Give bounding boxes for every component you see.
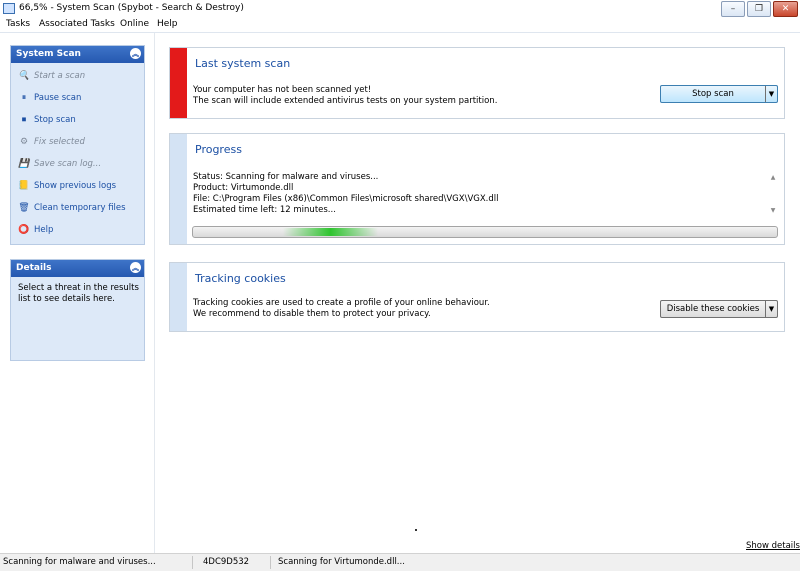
close-button[interactable]: ✕ (773, 1, 798, 17)
magnifier-icon: 🔍 (18, 71, 30, 81)
app-icon (3, 3, 15, 14)
progress-file: File: C:\Program Files (x86)\Common File… (193, 194, 499, 204)
pause-scan-task[interactable]: ⏸ Pause scan (19, 91, 82, 105)
disable-cookies-button[interactable]: Disable these cookies ▼ (660, 300, 778, 318)
show-details-link[interactable]: Show details (746, 541, 800, 551)
minimize-button[interactable]: – (721, 1, 745, 17)
save-scan-log-task[interactable]: 💾 Save scan log... (18, 157, 102, 171)
progress-status: Status: Scanning for malware and viruses… (193, 172, 379, 182)
stop-scan-task[interactable]: ⏹ Stop scan (19, 113, 76, 127)
help-label: Help (34, 225, 54, 235)
status-bar: Scanning for malware and viruses... 4DC9… (0, 553, 800, 571)
pause-scan-label: Pause scan (34, 93, 82, 103)
cookies-line2: We recommend to disable them to protect … (193, 309, 431, 319)
progress-accent (170, 134, 187, 244)
details-panel-header[interactable]: Details ︽ (11, 260, 144, 277)
last-scan-box: Last system scan Your computer has not b… (169, 47, 785, 119)
menu-bar: Tasks Associated Tasks Online Help (0, 17, 800, 33)
last-scan-accent (170, 48, 187, 118)
details-panel: Details ︽ Select a threat in the results… (10, 259, 145, 361)
clean-temp-files-task[interactable]: 🗑 Clean temporary files (18, 201, 126, 215)
scroll-up-icon[interactable]: ▲ (768, 174, 778, 184)
cleanup-icon: 🗑 (18, 203, 30, 213)
fix-selected-label: Fix selected (34, 137, 85, 147)
sidebar: System Scan ︽ 🔍 Start a scan ⏸ Pause sca… (0, 33, 155, 553)
menu-associated-tasks[interactable]: Associated Tasks (39, 19, 115, 29)
stop-scan-button[interactable]: Stop scan ▼ (660, 85, 778, 103)
start-scan-task[interactable]: 🔍 Start a scan (18, 69, 86, 83)
stop-scan-label: Stop scan (34, 115, 76, 125)
menu-online[interactable]: Online (120, 19, 149, 29)
system-scan-panel-header[interactable]: System Scan ︽ (11, 46, 144, 63)
menu-tasks[interactable]: Tasks (6, 19, 30, 29)
restore-button[interactable]: ❐ (747, 1, 771, 17)
collapse-icon[interactable]: ︽ (130, 48, 141, 59)
progress-product: Product: Virtumonde.dll (193, 183, 294, 193)
scroll-down-icon[interactable]: ▼ (768, 207, 778, 217)
system-scan-panel-title: System Scan (16, 49, 81, 59)
cursor-dot (415, 529, 417, 531)
stop-icon: ⏹ (21, 115, 27, 125)
start-scan-label: Start a scan (34, 71, 86, 81)
window-title: 66,5% - System Scan (Spybot - Search & D… (19, 3, 244, 13)
show-previous-logs-task[interactable]: 📒 Show previous logs (18, 179, 117, 193)
cookies-line1: Tracking cookies are used to create a pr… (193, 298, 490, 308)
stop-scan-button-label: Stop scan (692, 89, 734, 99)
details-panel-title: Details (16, 263, 52, 273)
scan-progress-bar (192, 226, 778, 238)
progress-title: Progress (195, 143, 242, 156)
details-text: Select a threat in the results list to s… (18, 283, 139, 304)
show-previous-logs-label: Show previous logs (34, 181, 117, 191)
last-scan-line1: Your computer has not been scanned yet! (193, 85, 372, 95)
clean-temp-files-label: Clean temporary files (34, 203, 126, 213)
lifebuoy-icon: ⭕ (18, 225, 30, 235)
cookies-accent (170, 263, 187, 331)
menu-help[interactable]: Help (157, 19, 178, 29)
gear-icon: ⚙ (19, 137, 29, 147)
collapse-icon[interactable]: ︽ (130, 262, 141, 273)
progress-indicator (283, 228, 378, 236)
system-scan-panel: System Scan ︽ 🔍 Start a scan ⏸ Pause sca… (10, 45, 145, 245)
progress-box: Progress Status: Scanning for malware an… (169, 133, 785, 245)
help-task[interactable]: ⭕ Help (18, 223, 54, 237)
tracking-cookies-box: Tracking cookies Tracking cookies are us… (169, 262, 785, 332)
progress-eta: Estimated time left: 12 minutes... (193, 205, 336, 215)
log-icon: 📒 (18, 181, 30, 191)
title-bar: 66,5% - System Scan (Spybot - Search & D… (0, 0, 800, 17)
status-code: 4DC9D532 (203, 557, 250, 567)
log-scrollbar[interactable]: ▲ ▼ (768, 174, 778, 217)
status-current: Scanning for Virtumonde.dll... (278, 557, 405, 567)
chevron-down-icon[interactable]: ▼ (765, 86, 777, 102)
chevron-down-icon[interactable]: ▼ (765, 301, 777, 317)
progress-log: Status: Scanning for malware and viruses… (193, 172, 778, 222)
fix-selected-task[interactable]: ⚙ Fix selected (19, 135, 85, 149)
pause-icon: ⏸ (21, 93, 27, 103)
last-scan-line2: The scan will include extended antivirus… (193, 96, 498, 106)
save-scan-log-label: Save scan log... (34, 159, 102, 169)
status-text: Scanning for malware and viruses... (3, 557, 156, 567)
last-scan-title: Last system scan (195, 57, 291, 70)
cookies-title: Tracking cookies (195, 272, 286, 285)
disable-cookies-button-label: Disable these cookies (666, 304, 760, 314)
floppy-disk-icon: 💾 (18, 159, 30, 169)
